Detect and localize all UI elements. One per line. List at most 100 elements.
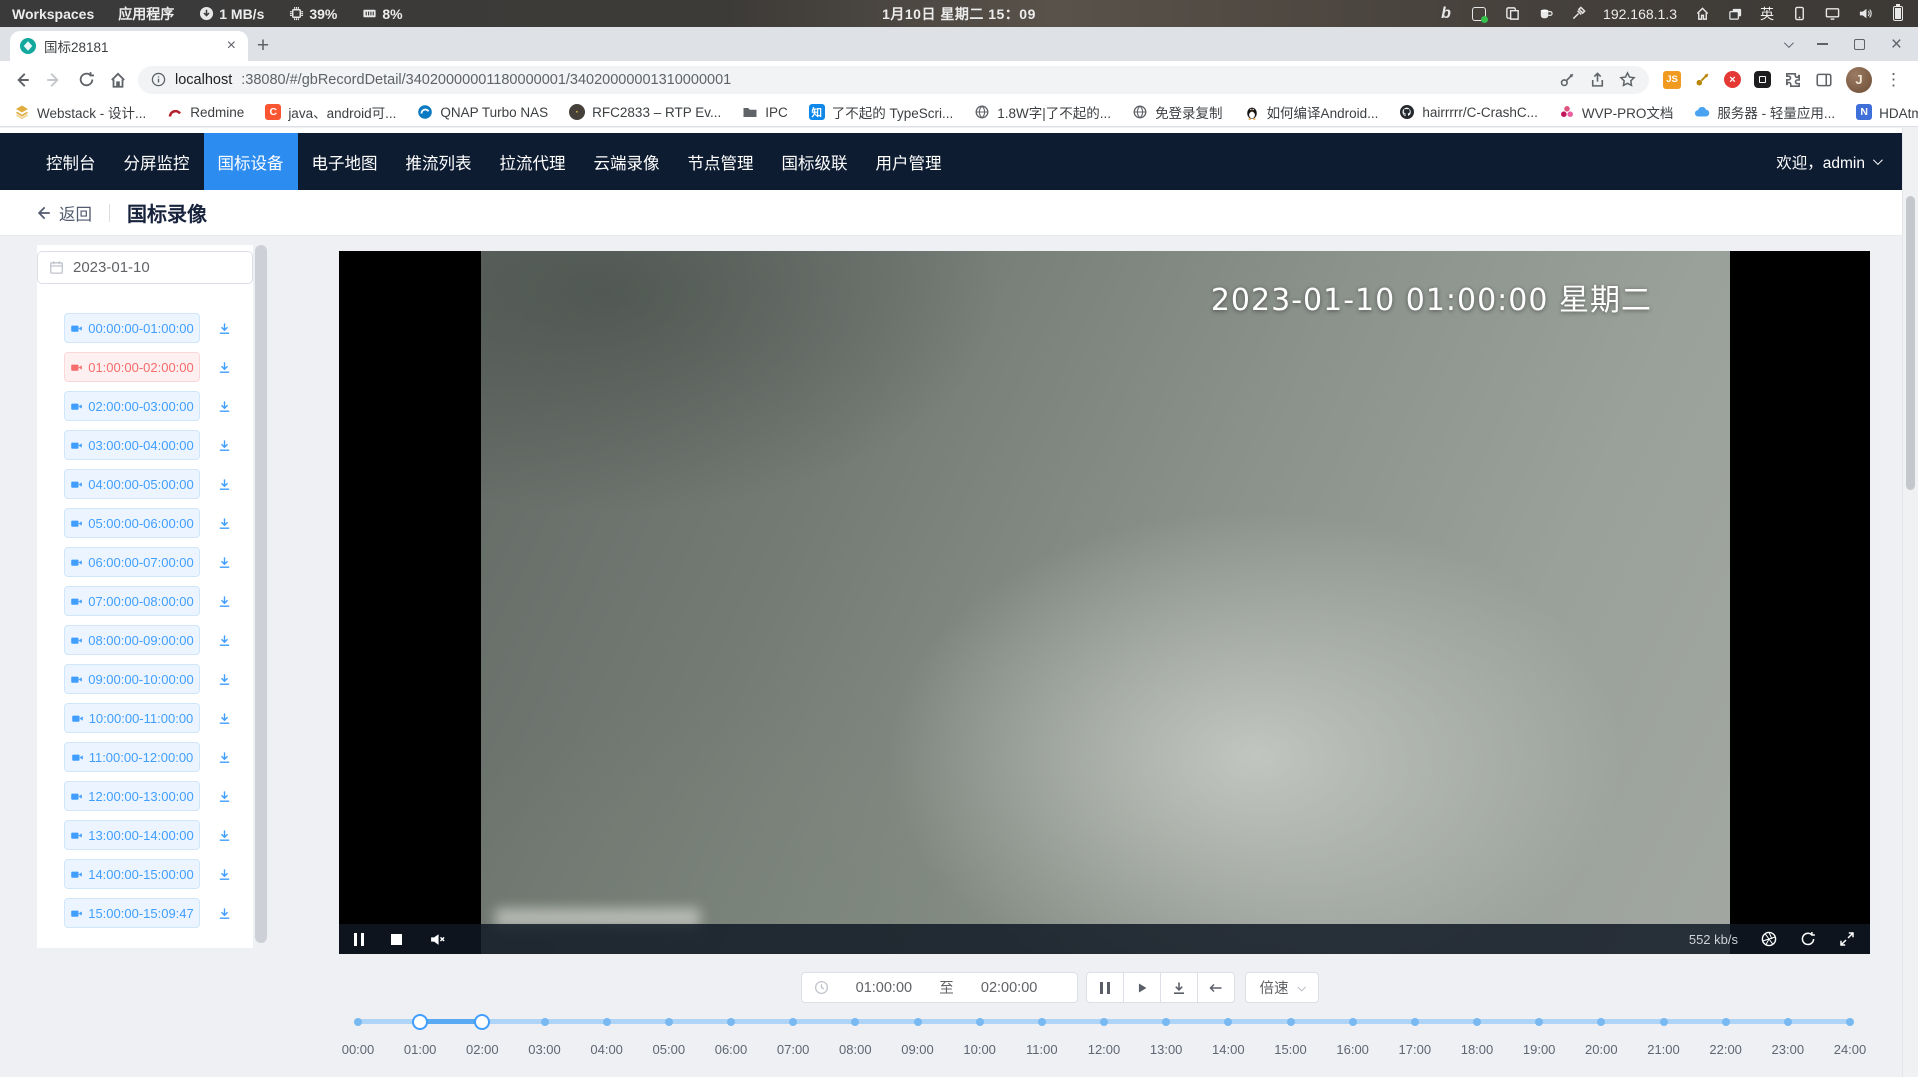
nav-item-控制台[interactable]: 控制台	[32, 133, 110, 190]
playback-speed-dropdown[interactable]: 倍速	[1245, 972, 1319, 1003]
page-scrollbar-thumb[interactable]	[1906, 196, 1915, 490]
recording-segment-button[interactable]: 08:00:00-09:00:00	[64, 625, 200, 655]
recording-segment-button[interactable]: 05:00:00-06:00:00	[64, 508, 200, 538]
timeline-handle-start[interactable]	[412, 1014, 428, 1030]
download-recording-icon[interactable]	[217, 789, 232, 804]
download-recording-icon[interactable]	[217, 360, 232, 375]
end-time-input[interactable]: 02:00:00	[954, 980, 1065, 996]
download-recording-icon[interactable]	[217, 711, 232, 726]
side-panel-icon[interactable]	[1815, 71, 1833, 89]
bookmark-item[interactable]: ·RFC2833 – RTP Ev...	[569, 104, 721, 120]
refresh-icon[interactable]	[1800, 931, 1816, 947]
seek-back-button[interactable]	[1197, 972, 1235, 1003]
battery-tray-icon[interactable]	[1890, 6, 1906, 22]
download-recording-icon[interactable]	[217, 399, 232, 414]
download-recording-icon[interactable]	[217, 594, 232, 609]
extension-blocker-icon[interactable]: ×	[1724, 71, 1741, 88]
nav-item-推流列表[interactable]: 推流列表	[392, 133, 486, 190]
download-recording-icon[interactable]	[217, 750, 232, 765]
bookmark-item[interactable]: QNAP Turbo NAS	[417, 104, 548, 120]
input-method-indicator[interactable]: 英	[1760, 4, 1774, 24]
recording-segment-button[interactable]: 06:00:00-07:00:00	[64, 547, 200, 577]
clock-date[interactable]: 1月10日 星期二 15：09	[882, 4, 1036, 24]
bookmark-item[interactable]: 如何编译Android...	[1244, 102, 1379, 122]
nav-item-电子地图[interactable]: 电子地图	[298, 133, 392, 190]
bookmark-item[interactable]: hairrrrr/C-CrashC...	[1399, 104, 1538, 120]
download-button[interactable]	[1160, 972, 1198, 1003]
snapshot-aperture-icon[interactable]	[1761, 931, 1777, 947]
download-recording-icon[interactable]	[217, 438, 232, 453]
video-player[interactable]: 2023-01-10 01:00:00 星期二 552 kb/s	[339, 251, 1870, 954]
bookmark-item[interactable]: WVP-PRO文档	[1559, 102, 1674, 122]
bookmark-star-icon[interactable]	[1619, 71, 1636, 88]
recording-segment-button[interactable]: 02:00:00-03:00:00	[64, 391, 200, 421]
recording-segment-button[interactable]: 10:00:00-11:00:00	[64, 703, 200, 733]
nav-item-节点管理[interactable]: 节点管理	[674, 133, 768, 190]
player-mute-icon[interactable]	[429, 931, 446, 948]
extension-dark-icon[interactable]	[1754, 71, 1771, 88]
download-recording-icon[interactable]	[217, 321, 232, 336]
user-menu[interactable]: 欢迎，admin	[1776, 151, 1880, 173]
recording-segment-button[interactable]: 09:00:00-10:00:00	[64, 664, 200, 694]
fullscreen-icon[interactable]	[1839, 931, 1855, 947]
nav-item-拉流代理[interactable]: 拉流代理	[486, 133, 580, 190]
share-icon[interactable]	[1589, 71, 1606, 88]
tab-close-icon[interactable]: ×	[225, 38, 238, 54]
timeline-track[interactable]	[358, 1012, 1850, 1031]
nav-item-国标级联[interactable]: 国标级联	[768, 133, 862, 190]
home-icon[interactable]	[106, 68, 130, 92]
app-window-tray-icon[interactable]	[1471, 6, 1487, 22]
bookmark-item[interactable]: 1.8W字|了不起的...	[974, 102, 1111, 122]
bookmark-item[interactable]: Webstack - 设计...	[14, 102, 146, 122]
nav-item-分屏监控[interactable]: 分屏监控	[110, 133, 204, 190]
recording-segment-button[interactable]: 15:00:00-15:09:47	[64, 898, 200, 928]
browser-menu-icon[interactable]: ⋮	[1885, 70, 1902, 90]
recording-segment-button[interactable]: 11:00:00-12:00:00	[64, 742, 200, 772]
time-range-picker[interactable]: 01:00:00 至 02:00:00	[801, 972, 1078, 1003]
back-icon[interactable]	[10, 68, 34, 92]
player-stop-icon[interactable]	[391, 934, 402, 945]
bookmark-item[interactable]: Redmine	[167, 104, 244, 120]
bookmark-item[interactable]: Cjava、android可...	[265, 102, 396, 122]
applications-menu[interactable]: 应用程序	[118, 4, 174, 24]
pause-button[interactable]	[1086, 972, 1124, 1003]
color-picker-tray-icon[interactable]	[1570, 6, 1586, 22]
recording-segment-button[interactable]: 13:00:00-14:00:00	[64, 820, 200, 850]
timeline-handle-end[interactable]	[474, 1014, 490, 1030]
profile-avatar[interactable]: J	[1846, 67, 1872, 93]
download-recording-icon[interactable]	[217, 672, 232, 687]
bookmark-item[interactable]: NHDAtmos :: 种子 *...	[1856, 102, 1918, 122]
phone-link-tray-icon[interactable]	[1791, 6, 1807, 22]
recording-segment-button[interactable]: 00:00:00-01:00:00	[64, 313, 200, 343]
display-tray-icon[interactable]	[1824, 6, 1840, 22]
download-recording-icon[interactable]	[217, 867, 232, 882]
recording-segment-button[interactable]: 03:00:00-04:00:00	[64, 430, 200, 460]
extension-json-icon[interactable]: JS	[1663, 71, 1681, 89]
download-recording-icon[interactable]	[217, 477, 232, 492]
window-maximize-icon[interactable]	[1854, 39, 1865, 50]
nav-item-云端录像[interactable]: 云端录像	[580, 133, 674, 190]
tab-search-chevron-icon[interactable]	[1784, 38, 1794, 48]
download-recording-icon[interactable]	[217, 828, 232, 843]
extension-key-icon[interactable]	[1694, 71, 1711, 88]
bookmark-item[interactable]: IPC	[742, 104, 788, 120]
nav-item-国标设备[interactable]: 国标设备	[204, 133, 298, 190]
download-recording-icon[interactable]	[217, 516, 232, 531]
coffee-cup-tray-icon[interactable]	[1537, 6, 1553, 22]
nav-item-用户管理[interactable]: 用户管理	[862, 133, 956, 190]
bookmark-item[interactable]: 知了不起的 TypeScri...	[809, 102, 954, 122]
recording-segment-button[interactable]: 04:00:00-05:00:00	[64, 469, 200, 499]
download-recording-icon[interactable]	[217, 906, 232, 921]
extensions-puzzle-icon[interactable]	[1784, 71, 1802, 89]
start-time-input[interactable]: 01:00:00	[829, 980, 940, 996]
address-bar[interactable]: localhost:38080/#/gbRecordDetail/3402000…	[138, 66, 1649, 94]
window-minimize-icon[interactable]	[1817, 43, 1828, 45]
date-picker-input[interactable]: 2023-01-10	[37, 251, 253, 284]
workspaces-button[interactable]: Workspaces	[12, 6, 94, 22]
recording-segment-button[interactable]: 07:00:00-08:00:00	[64, 586, 200, 616]
player-pause-icon[interactable]	[354, 933, 364, 946]
play-button[interactable]	[1123, 972, 1161, 1003]
window-close-icon[interactable]: ×	[1891, 35, 1902, 54]
ip-address[interactable]: 192.168.1.3	[1603, 6, 1677, 22]
recording-segment-button[interactable]: 12:00:00-13:00:00	[64, 781, 200, 811]
